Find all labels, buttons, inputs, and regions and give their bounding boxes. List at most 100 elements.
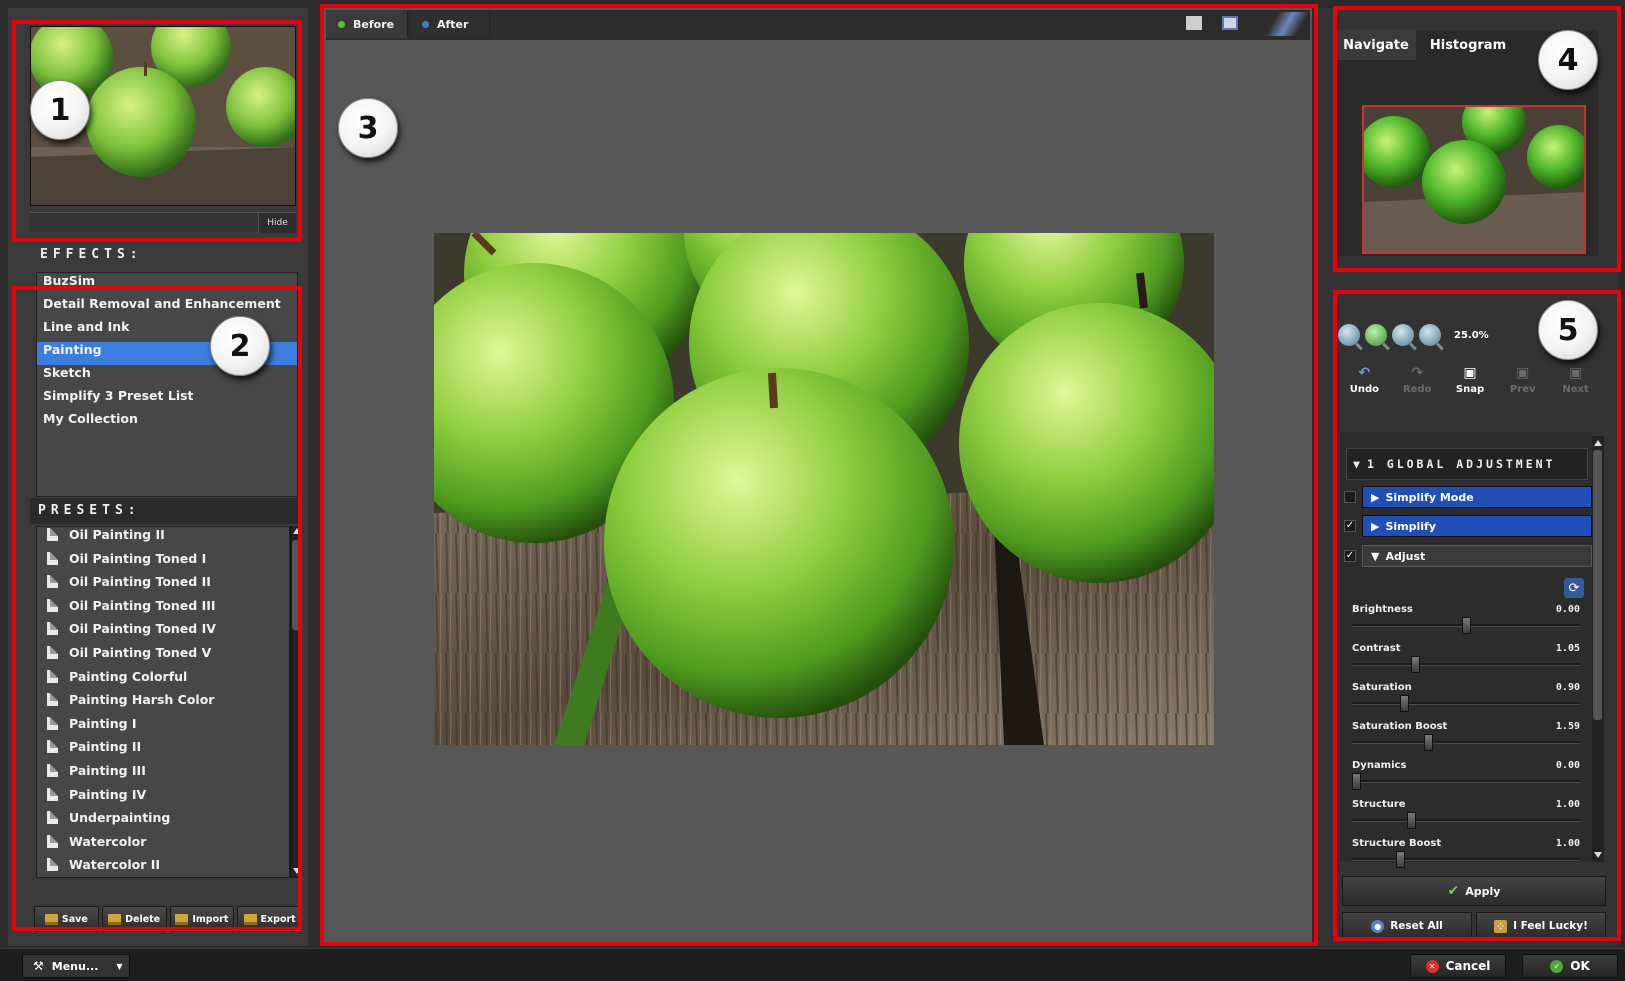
slider-track[interactable] — [1352, 702, 1580, 705]
adjust-toggle[interactable]: ▼ Adjust — [1362, 545, 1592, 567]
delete-preset-button[interactable]: Delete — [101, 906, 167, 932]
preset-item[interactable]: Oil Painting II — [37, 527, 289, 551]
history-toolbar: ↶ Undo ↷ Redo ▣ Snap ▣ Prev ▣ Next — [1338, 366, 1602, 412]
preset-item[interactable]: Watercolor — [37, 834, 289, 858]
preset-item[interactable]: Oil Painting Toned III — [37, 598, 289, 622]
presets-scroll-thumb[interactable] — [292, 540, 301, 630]
scroll-up-icon[interactable] — [1594, 440, 1602, 446]
next-button[interactable]: ▣ Next — [1549, 366, 1602, 412]
import-preset-button[interactable]: Import — [169, 906, 235, 932]
hide-thumbnail-button[interactable]: Hide — [258, 213, 296, 233]
zoom-fit-icon[interactable] — [1392, 324, 1414, 346]
preset-item[interactable]: Underpainting — [37, 810, 289, 834]
menu-button[interactable]: ⚒ Menu... ▼ — [22, 954, 130, 978]
tab-navigate[interactable]: Navigate — [1336, 30, 1416, 60]
slider-structure[interactable]: Structure 1.00 — [1352, 799, 1580, 837]
redo-button[interactable]: ↷ Redo — [1391, 366, 1444, 412]
feel-lucky-button[interactable]: ⁘ I Feel Lucky! — [1476, 912, 1606, 940]
preset-item[interactable]: Painting I — [37, 716, 289, 740]
zoom-in-icon[interactable] — [1365, 324, 1387, 346]
slider-track[interactable] — [1352, 663, 1580, 666]
slider-track[interactable] — [1352, 819, 1580, 822]
reset-section-icon[interactable]: ⟳ — [1564, 578, 1584, 598]
callout-3: 3 — [338, 98, 398, 158]
effect-item-buzsim[interactable]: BuzSim — [37, 273, 297, 296]
tools-icon: ⚒ — [33, 959, 44, 973]
presets-scrollbar[interactable] — [290, 526, 302, 878]
adjustment-scrollbar[interactable] — [1592, 436, 1604, 862]
document-icon — [47, 693, 58, 707]
document-icon — [47, 575, 58, 589]
package-icon — [243, 913, 257, 925]
preset-item[interactable]: Oil Painting Toned I — [37, 551, 289, 575]
slider-knob[interactable] — [1352, 773, 1361, 790]
global-adjustment-header[interactable]: ▼ 1 GLOBAL ADJUSTMENT — [1346, 448, 1588, 480]
snap-button[interactable]: ▣ Snap — [1444, 366, 1497, 412]
slider-knob[interactable] — [1411, 656, 1420, 673]
zoom-actual-size-icon[interactable] — [1419, 324, 1441, 346]
preset-item[interactable]: Painting IV — [37, 787, 289, 811]
split-view-icon[interactable] — [1222, 16, 1238, 30]
prev-button[interactable]: ▣ Prev — [1496, 366, 1549, 412]
reset-all-button[interactable]: ● Reset All — [1342, 912, 1472, 940]
slider-knob[interactable] — [1407, 812, 1416, 829]
preset-item[interactable]: Painting Colorful — [37, 669, 289, 693]
adjustment-scroll-thumb[interactable] — [1593, 450, 1602, 720]
expand-triangle-icon: ▶ — [1371, 490, 1380, 504]
slider-brightness[interactable]: Brightness 0.00 — [1352, 604, 1580, 642]
scroll-up-icon[interactable] — [293, 528, 301, 534]
slider-knob[interactable] — [1396, 851, 1405, 868]
save-preset-button[interactable]: Save — [34, 906, 99, 932]
effect-item-simplify-preset-list[interactable]: Simplify 3 Preset List — [37, 388, 297, 411]
effect-item-detail-removal[interactable]: Detail Removal and Enhancement — [37, 296, 297, 319]
slider-track[interactable] — [1352, 858, 1580, 861]
view-tab-bar: Before After — [326, 10, 1310, 40]
zoom-out-icon[interactable] — [1338, 324, 1360, 346]
preset-item[interactable]: Oil Painting Toned V — [37, 645, 289, 669]
single-view-icon[interactable] — [1186, 16, 1202, 30]
navigator-thumbnail[interactable] — [1362, 105, 1586, 254]
tab-after[interactable]: After — [410, 10, 490, 38]
cancel-button[interactable]: ✕ Cancel — [1410, 954, 1506, 978]
simplify-mode-checkbox[interactable] — [1344, 491, 1356, 503]
document-icon — [47, 528, 58, 541]
package-icon — [108, 913, 122, 925]
preset-item[interactable]: Oil Painting Toned II — [37, 574, 289, 598]
tab-before[interactable]: Before — [326, 10, 408, 38]
slider-contrast[interactable]: Contrast 1.05 — [1352, 643, 1580, 681]
slider-structure-boost[interactable]: Structure Boost 1.00 — [1352, 838, 1580, 876]
document-icon — [47, 763, 58, 777]
slider-knob[interactable] — [1424, 734, 1433, 751]
ok-button[interactable]: ✓ OK — [1522, 954, 1618, 978]
adjust-checkbox[interactable]: ✓ — [1344, 550, 1356, 562]
preset-item[interactable]: Watercolor II — [37, 857, 289, 877]
slider-knob[interactable] — [1462, 617, 1471, 634]
export-preset-button[interactable]: Export — [237, 906, 302, 932]
preset-item[interactable]: Painting III — [37, 763, 289, 787]
preset-item[interactable]: Painting II — [37, 739, 289, 763]
tab-histogram[interactable]: Histogram — [1418, 30, 1518, 60]
undo-button[interactable]: ↶ Undo — [1338, 366, 1391, 412]
simplify-mode-toggle[interactable]: ▶ Simplify Mode — [1362, 486, 1592, 508]
slider-saturation[interactable]: Saturation 0.90 — [1352, 682, 1580, 720]
slider-track[interactable] — [1352, 741, 1580, 744]
callout-1: 1 — [30, 80, 90, 140]
presets-list: Oil Painting II Oil Painting Toned I Oil P… — [36, 526, 290, 878]
slider-track[interactable] — [1352, 780, 1580, 783]
slider-dynamics[interactable]: Dynamics 0.00 — [1352, 760, 1580, 798]
slider-saturation-boost[interactable]: Saturation Boost 1.59 — [1352, 721, 1580, 759]
scroll-down-icon[interactable] — [293, 868, 301, 874]
simplify-toggle[interactable]: ▶ Simplify — [1362, 515, 1592, 537]
preset-item[interactable]: Oil Painting Toned IV — [37, 621, 289, 645]
scroll-down-icon[interactable] — [1594, 852, 1602, 858]
effect-item-my-collection[interactable]: My Collection — [37, 411, 297, 434]
slider-value: 1.00 — [1555, 838, 1580, 849]
slider-knob[interactable] — [1400, 695, 1409, 712]
preset-item[interactable]: Painting Harsh Color — [37, 692, 289, 716]
simplify-checkbox[interactable]: ✓ — [1344, 520, 1356, 532]
apply-button[interactable]: ✔ Apply — [1342, 876, 1606, 906]
group-simplify-mode: ▶ Simplify Mode — [1344, 485, 1592, 509]
preview-image[interactable] — [434, 233, 1214, 745]
cancel-icon: ✕ — [1425, 959, 1439, 973]
slider-value: 1.05 — [1555, 643, 1580, 654]
